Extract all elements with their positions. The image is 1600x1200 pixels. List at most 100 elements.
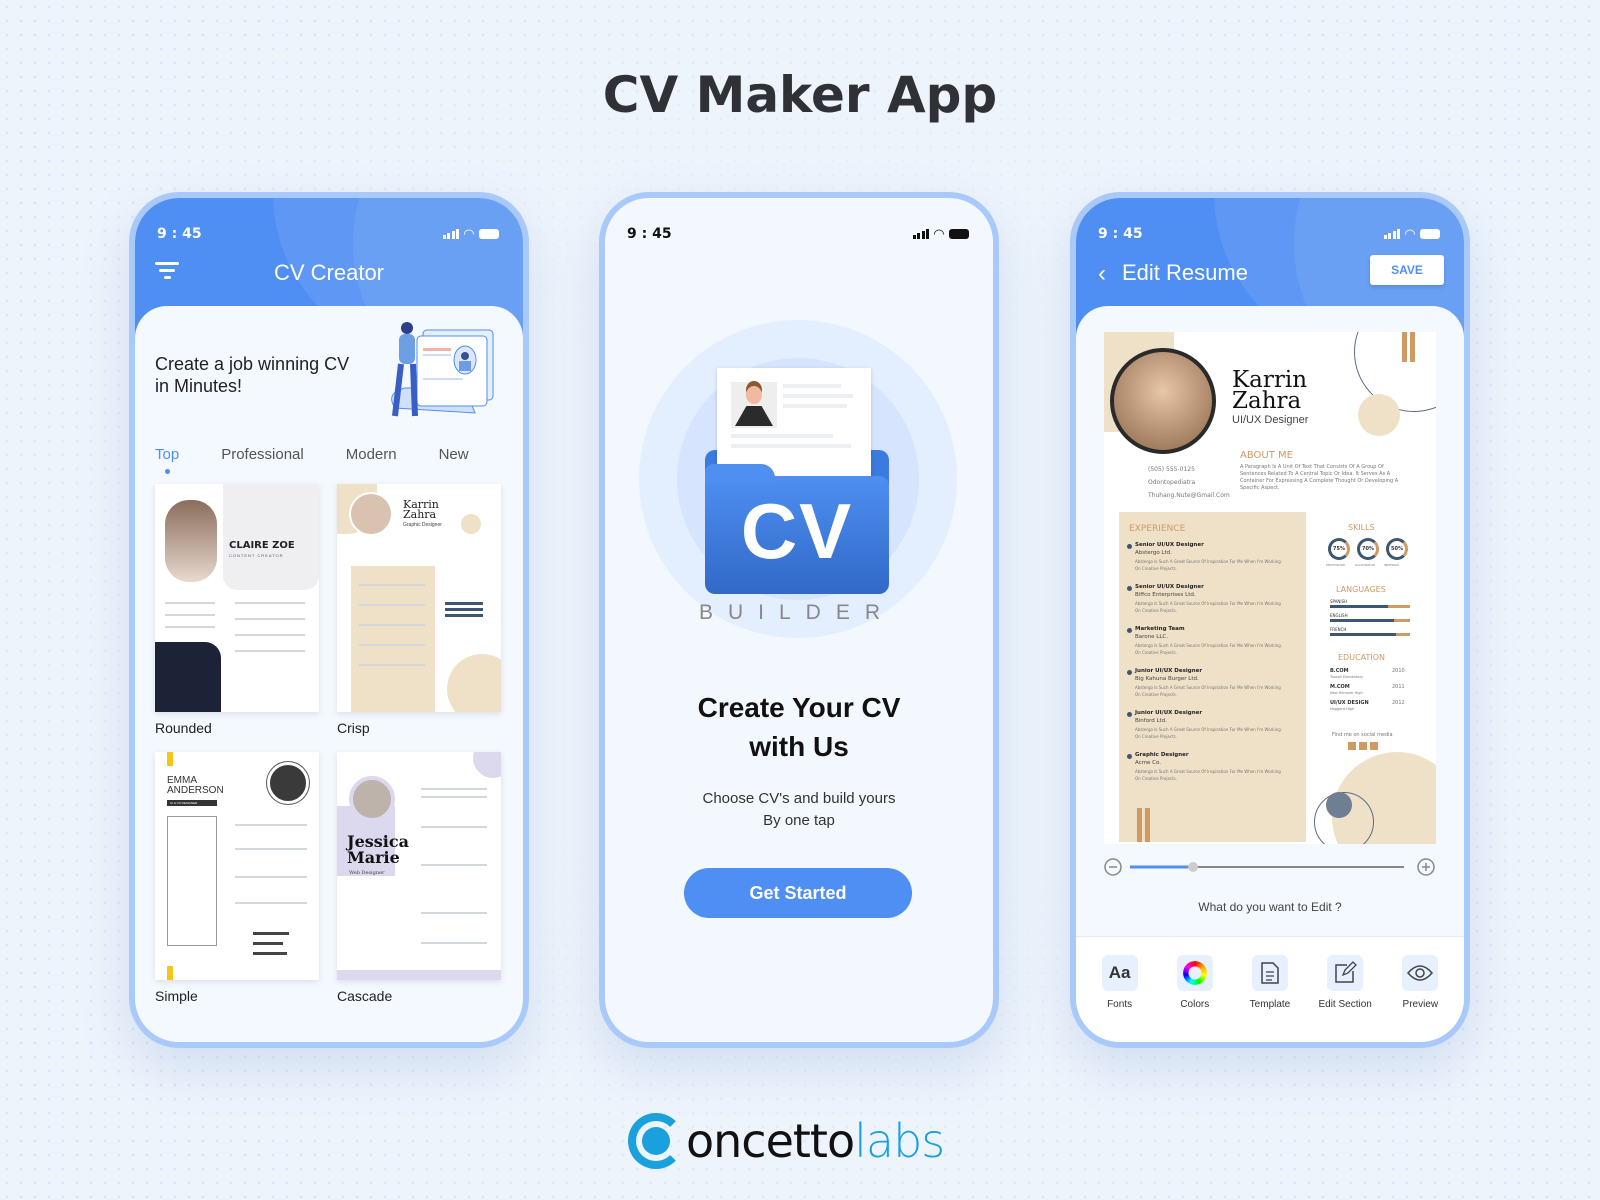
template-card-cascade[interactable]: Jessica Marie Web Designer: [337, 752, 501, 980]
skill-name: INDESIGN: [1384, 563, 1399, 567]
status-time: 9 : 45: [627, 226, 672, 242]
social-icons: [1348, 742, 1378, 750]
tool-template[interactable]: Template: [1235, 955, 1305, 1042]
template-card-crisp[interactable]: Karrin Zahra Graphic Designer: [337, 484, 501, 712]
education-title: EDUCATION: [1338, 653, 1386, 662]
experience-desc: Abstergo Is Such A Great Source Of Inspi…: [1135, 685, 1281, 697]
language-name: SPANISH: [1330, 599, 1348, 604]
experience-company: Big Kahuna Burger Ltd.: [1135, 676, 1199, 682]
tab-top[interactable]: Top: [155, 446, 179, 474]
resume-role: UI/UX Designer: [1232, 414, 1309, 426]
status-bar: 9 : 45 ◠: [627, 224, 969, 244]
wifi-icon: ◠: [934, 226, 944, 242]
avatar: [267, 762, 309, 804]
battery-icon: [949, 229, 969, 239]
experience-desc: Abstergo Is Such A Great Source Of Inspi…: [1135, 643, 1281, 655]
font-icon: Aa: [1101, 955, 1138, 991]
tool-label: Colors: [1180, 999, 1210, 1010]
experience-desc: Abstergo Is Such A Great Source Of Inspi…: [1135, 559, 1281, 571]
logo-builder-text: BUILDER: [698, 601, 896, 624]
nav-title: CV Creator: [273, 260, 385, 285]
tool-edit-section[interactable]: Edit Section: [1310, 955, 1380, 1042]
language-bar: [1330, 633, 1410, 636]
status-bar: 9 : 45 ◠: [157, 224, 499, 244]
resume-first-name: Karrin: [1232, 367, 1308, 393]
contact-phone: (505) 555-0125: [1148, 466, 1195, 473]
tool-fonts[interactable]: Aa Fonts: [1085, 955, 1155, 1042]
experience-desc: Abstergo Is Such A Great Source Of Inspi…: [1135, 601, 1281, 613]
edit-prompt: What do you want to Edit ?: [1198, 900, 1342, 914]
hero-text: Create a job winning CV in Minutes!: [155, 354, 350, 396]
template-label: Crisp: [337, 720, 370, 736]
wifi-icon: ◠: [464, 226, 474, 242]
experience-title: Graphic Designer: [1135, 752, 1189, 758]
resume-name: CLAIRE ZOE: [229, 540, 295, 551]
skills-title: SKILLS: [1348, 523, 1375, 532]
back-chevron-icon[interactable]: ‹: [1098, 260, 1106, 288]
zoom-slider-handle: [1188, 862, 1199, 872]
tool-label: Fonts: [1107, 999, 1133, 1010]
experience-title: Senior UI/UX Designer: [1135, 584, 1204, 590]
battery-icon: [479, 229, 499, 239]
tool-colors[interactable]: Colors: [1160, 955, 1230, 1042]
resume-name: EMMA ANDERSON: [167, 775, 224, 796]
zoom-control: [1104, 858, 1436, 876]
tool-label: Template: [1249, 999, 1291, 1010]
logo-text-accent: labs: [854, 1114, 945, 1168]
language-bar: [1330, 619, 1410, 622]
skill-name: ILLUSTRATOR: [1355, 563, 1376, 567]
skill-ring: 50%: [1386, 538, 1408, 560]
tool-preview[interactable]: Preview: [1385, 955, 1455, 1042]
wifi-icon: ◠: [1405, 226, 1415, 242]
experience-desc: Abstergo Is Such A Great Source Of Inspi…: [1135, 727, 1281, 739]
about-text: A Paragraph Is A Unit Of Text That Consi…: [1240, 464, 1399, 491]
tab-professional[interactable]: Professional: [221, 446, 304, 463]
experience-title: Junior UI/UX Designer: [1135, 710, 1203, 716]
template-card-simple[interactable]: EMMA ANDERSON UI & UX DESIGNER: [155, 752, 319, 980]
education-school: Topsail Elementary: [1330, 675, 1364, 679]
avatar: [349, 492, 393, 536]
save-button[interactable]: SAVE: [1370, 255, 1444, 285]
welcome-heading: Create Your CV with Us: [697, 692, 901, 762]
education-year: 2011: [1392, 684, 1405, 690]
languages-title: LANGUAGES: [1336, 585, 1386, 594]
color-wheel-icon: [1176, 955, 1213, 991]
avatar: [1110, 348, 1216, 454]
experience-title: Junior UI/UX Designer: [1135, 668, 1203, 674]
subtext-line-1: Choose CV's and build yours: [702, 790, 896, 807]
zoom-slider[interactable]: [1104, 858, 1436, 876]
logo-cv-text: CV: [740, 487, 854, 575]
nav-title: Edit Resume: [1122, 260, 1248, 285]
experience-desc: Abstergo Is Such A Great Source Of Inspi…: [1135, 769, 1281, 781]
experience-section: EXPERIENCE Senior UI/UX Designer Absterg…: [1119, 512, 1306, 842]
resume-preview[interactable]: Karrin Zahra UI/UX Designer (505) 555-01…: [1104, 332, 1436, 844]
eye-icon: [1402, 955, 1439, 991]
signal-icon: [912, 229, 929, 239]
document-icon: [1251, 955, 1288, 991]
welcome-subtext: Choose CV's and build yours By one tap: [605, 788, 993, 832]
resume-last-name: Zahra: [1232, 388, 1302, 414]
resume-role: Web Designer: [349, 870, 385, 876]
experience-company: Barone LLC.: [1135, 634, 1168, 640]
tool-label: Preview: [1402, 999, 1439, 1010]
resume-name: Jessica Marie: [347, 832, 409, 867]
template-label: Cascade: [337, 988, 393, 1004]
skill-ring: 70%: [1357, 538, 1379, 560]
template-label: Simple: [155, 988, 198, 1004]
status-bar: 9 : 45 ◠: [1098, 224, 1440, 244]
concettolabs-logo: oncettolabs: [628, 1110, 945, 1172]
education-school: Hoggard High: [1330, 707, 1355, 711]
education-year: 2010: [1392, 668, 1405, 674]
tab-modern[interactable]: Modern: [346, 446, 397, 463]
experience-company: Abstergo Ltd.: [1135, 550, 1172, 556]
category-tabs: Top Professional Modern New: [155, 446, 503, 474]
status-time: 9 : 45: [1098, 226, 1143, 242]
tab-new[interactable]: New: [439, 446, 469, 463]
page-title: CV Maker App: [602, 66, 998, 124]
template-label: Rounded: [155, 720, 212, 736]
skill-ring: 75%: [1328, 538, 1350, 560]
get-started-button[interactable]: Get Started: [684, 868, 912, 918]
template-card-rounded[interactable]: CLAIRE ZOE CONTENT CREATOR: [155, 484, 319, 712]
resume-role: UI & UX DESIGNER: [167, 800, 217, 806]
resume-role: Graphic Designer: [403, 522, 442, 528]
